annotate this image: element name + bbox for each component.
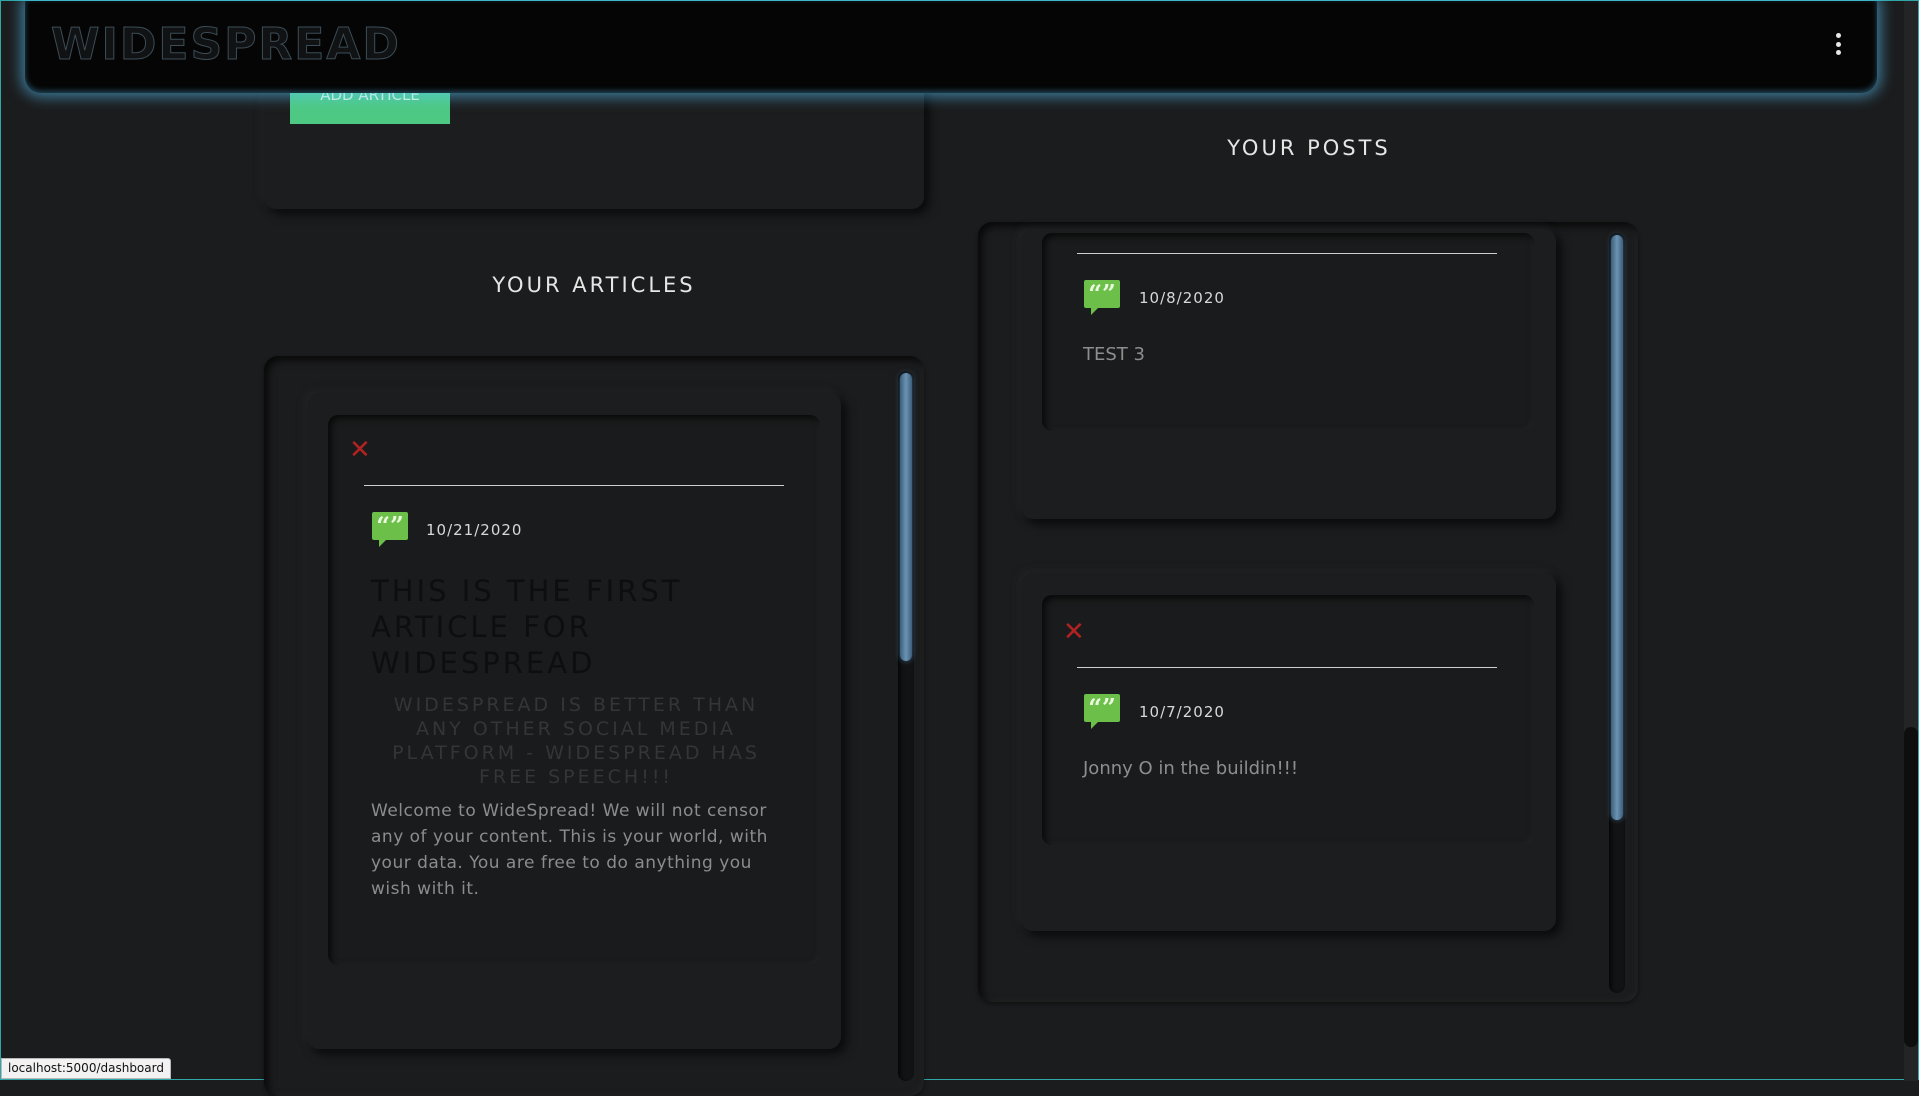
articles-section-title: YOUR ARTICLES (492, 273, 696, 297)
article-date: 10/21/2020 (426, 521, 523, 539)
page-scrollbar-thumb[interactable] (1904, 727, 1918, 1047)
speech-quote-icon: “” (1084, 279, 1120, 315)
posts-section-title: YOUR POSTS (1227, 136, 1391, 160)
article-subtitle: WIDESPREAD IS BETTER THAN ANY OTHER SOCI… (392, 694, 760, 788)
top-navbar: WIDESPREAD (25, 1, 1877, 93)
article-body: Welcome to WideSpread! We will not censo… (371, 801, 768, 899)
article-title: THIS IS THE FIRST ARTICLE FOR WIDESPREAD (371, 574, 683, 680)
post-text: Jonny O in the buildin!!! (1083, 758, 1299, 779)
post-divider (1077, 667, 1497, 668)
delete-article-close-icon[interactable]: ✕ (349, 437, 371, 463)
status-url-tooltip: localhost:5000/dashboard (1, 1058, 171, 1079)
speech-quote-icon: “” (1084, 693, 1120, 729)
posts-scrollbar-thumb[interactable] (1611, 235, 1623, 820)
kebab-menu-icon[interactable] (1835, 33, 1841, 55)
app-logo[interactable]: WIDESPREAD (51, 19, 401, 71)
article-divider (364, 485, 784, 486)
post-divider (1077, 253, 1497, 254)
post-text: TEST 3 (1083, 344, 1145, 365)
post-date: 10/8/2020 (1139, 289, 1225, 307)
svg-text:“”: “” (1088, 693, 1116, 722)
page-scrollbar[interactable] (1904, 1, 1918, 1081)
post-card (1042, 233, 1534, 431)
delete-post-close-icon[interactable]: ✕ (1063, 619, 1085, 645)
articles-scrollbar-thumb[interactable] (900, 373, 912, 661)
articles-scrollbar[interactable] (898, 371, 914, 1081)
svg-text:“”: “” (376, 511, 404, 540)
posts-scrollbar[interactable] (1609, 233, 1625, 993)
post-date: 10/7/2020 (1139, 703, 1225, 721)
svg-text:“”: “” (1088, 279, 1116, 308)
speech-quote-icon: “” (372, 511, 408, 547)
